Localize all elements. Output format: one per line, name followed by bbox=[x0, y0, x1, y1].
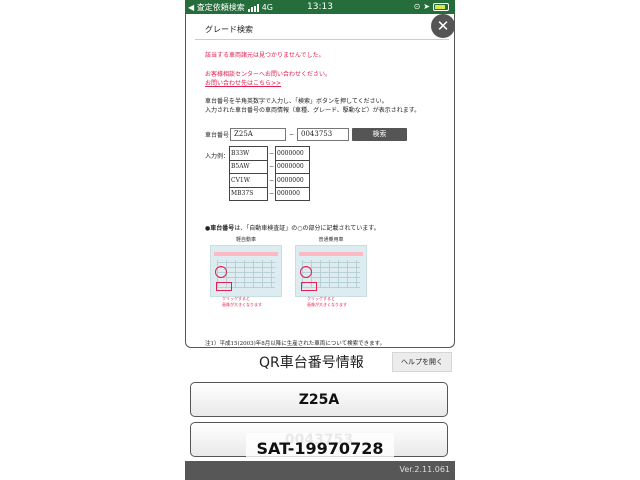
dialog-title: グレード検索 bbox=[205, 25, 253, 34]
example-serial: 0000000 bbox=[275, 173, 311, 188]
serial-number-input[interactable]: 0043753 bbox=[297, 127, 349, 141]
table-row: B33W − 0000000 bbox=[229, 146, 311, 161]
vin-location-note: ●車台番号は、「自動車検査証」の○の部分に記載されています。 bbox=[205, 223, 380, 232]
table-row: MB37S − 000000 bbox=[229, 186, 311, 201]
example-dash: − bbox=[269, 149, 275, 157]
title-divider bbox=[195, 39, 449, 40]
example-model: CV1W bbox=[229, 173, 268, 188]
table-row: CV1W − 0000000 bbox=[229, 173, 311, 188]
input-examples-table: B33W − 0000000 B5AW − 0000000 CV1W − 000… bbox=[229, 146, 311, 201]
model-code-input[interactable]: Z25A bbox=[230, 127, 286, 141]
grade-search-dialog: グレード検索 該当する車両諸元は見つかりませんでした。 お客様相談センターへお問… bbox=[185, 14, 455, 348]
passenger-car-document[interactable]: 普通乗用車 クリックすると 画像が大きくなります bbox=[295, 236, 367, 307]
example-model: B5AW bbox=[229, 159, 268, 174]
app-version: Ver.2.11.061 bbox=[399, 465, 451, 474]
phone-screen: ◀ 査定依頼検索 4G 13:13 ⊙ ➤ グレード検索 該当する車両諸元は見つ… bbox=[185, 0, 455, 480]
orientation-lock-icon: ⊙ bbox=[413, 2, 421, 11]
kei-car-document[interactable]: 軽自動車 クリックすると 画像が大きくなります bbox=[210, 236, 282, 307]
doc-hint-kei: クリックすると 画像が大きくなります bbox=[222, 296, 262, 307]
location-icon: ➤ bbox=[423, 2, 430, 11]
doc-hint-passenger: クリックすると 画像が大きくなります bbox=[307, 296, 347, 307]
doc-caption-kei: 軽自動車 bbox=[235, 237, 256, 243]
zoom-highlight-box bbox=[301, 282, 317, 291]
status-bar: ◀ 査定依頼検索 4G 13:13 ⊙ ➤ bbox=[185, 0, 455, 14]
footnote: 注1）平成15(2003)年8月以降に生産された車両について検索できます。 bbox=[205, 341, 386, 347]
note-text: は、「自動車検査証」の○の部分に記載されています。 bbox=[234, 225, 380, 232]
example-serial: 0000000 bbox=[275, 159, 311, 174]
bottom-bar: Ver.2.11.061 bbox=[185, 461, 455, 480]
guide-line-2: 入力された車台番号の車両情報（車種、グレード、駆動など）が表示されます。 bbox=[205, 107, 421, 114]
qr-info-header: QR車台番号情報 ヘルプを開く bbox=[185, 352, 455, 372]
battery-icon bbox=[433, 2, 449, 11]
note-bold: ●車台番号 bbox=[205, 225, 235, 232]
guide-line-1: 車台番号を半角英数字で入力し、「検索」ボタンを押してください。 bbox=[205, 98, 388, 105]
watermark-label: SAT-19970728 bbox=[246, 433, 394, 463]
example-model: MB37S bbox=[229, 186, 268, 201]
zoom-highlight-box bbox=[216, 282, 232, 291]
vin-highlight-ring bbox=[300, 266, 312, 278]
error-contact: お客様相談センターへお問い合わせください。 bbox=[205, 71, 332, 78]
doc-band bbox=[299, 252, 363, 256]
qr-info-title: QR車台番号情報 bbox=[259, 355, 364, 371]
close-icon[interactable]: ✕ bbox=[431, 14, 455, 38]
example-model: B33W bbox=[229, 146, 268, 161]
example-dash: − bbox=[269, 163, 275, 171]
error-not-found: 該当する車両諸元は見つかりませんでした。 bbox=[205, 52, 325, 59]
vin-dash: − bbox=[288, 130, 295, 138]
doc-band bbox=[214, 252, 278, 256]
vin-input-row: 車台番号 Z25A − 0043753 検索 bbox=[205, 127, 407, 141]
doc-caption-passenger: 普通乗用車 bbox=[318, 237, 344, 243]
vin-highlight-ring bbox=[215, 266, 227, 278]
status-right: ⊙ ➤ bbox=[414, 2, 449, 11]
example-serial: 0000000 bbox=[275, 146, 311, 161]
examples-label: 入力例： bbox=[205, 153, 230, 160]
contact-link[interactable]: お問い合わせ先はこちら>> bbox=[205, 78, 281, 87]
example-serial: 000000 bbox=[275, 186, 311, 201]
example-dash: − bbox=[269, 190, 275, 198]
table-row: B5AW − 0000000 bbox=[229, 159, 311, 174]
help-button[interactable]: ヘルプを開く bbox=[392, 352, 452, 372]
vin-label: 車台番号 bbox=[205, 131, 230, 139]
example-dash: − bbox=[269, 176, 275, 184]
kei-vehicle-certificate-image[interactable] bbox=[210, 245, 282, 297]
model-code-button[interactable]: Z25A bbox=[190, 382, 448, 417]
passenger-vehicle-certificate-image[interactable] bbox=[295, 245, 367, 297]
search-button[interactable]: 検索 bbox=[352, 127, 407, 141]
